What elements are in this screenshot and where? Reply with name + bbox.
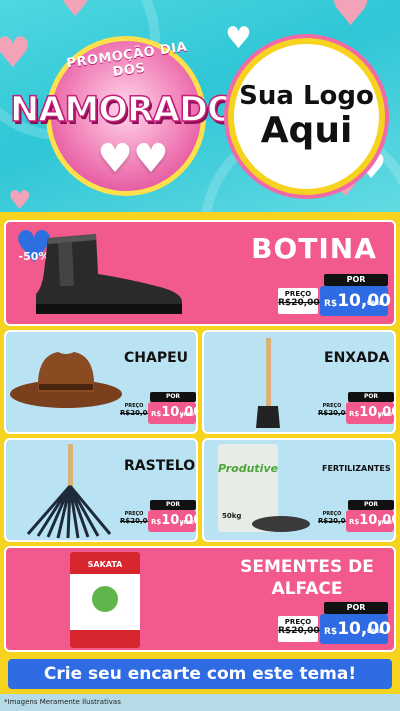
heart-icon: ♥ xyxy=(0,28,32,77)
product-title-line-2: ALFACE xyxy=(271,579,343,599)
unit-label: UNID xyxy=(366,300,384,307)
bag-brand: Produtive xyxy=(218,462,279,475)
price-tag: POR PREÇO R$20,00 R$10,00 UNID xyxy=(318,392,394,426)
old-price: PREÇO R$20,00 xyxy=(278,616,320,642)
hoe-icon xyxy=(256,338,280,428)
currency-label: R$ xyxy=(349,410,360,418)
old-price: PREÇO R$20,00 xyxy=(318,402,351,422)
currency-label: R$ xyxy=(324,299,338,309)
old-price: PREÇO R$20,00 xyxy=(120,510,153,530)
logo-line-2: Aqui xyxy=(260,110,353,151)
footnote: *Imagens Meramente Ilustrativas xyxy=(0,694,400,711)
por-label: POR xyxy=(348,392,394,402)
product-card-botina[interactable]: ♥ -50% BOTINA POR PREÇO R$20,00 R$10,00 U… xyxy=(4,220,396,326)
por-label: POR xyxy=(324,602,388,614)
lettuce-icon xyxy=(92,586,118,612)
old-price: PREÇO R$20,00 xyxy=(278,288,320,314)
old-price-value: R$20,00 xyxy=(120,517,153,525)
preco-label: PREÇO xyxy=(284,290,312,298)
old-price-value: R$20,00 xyxy=(318,409,351,417)
heart-icon: ♥ xyxy=(60,0,91,25)
preco-label: PREÇO xyxy=(284,618,312,626)
unit-label: UNID xyxy=(377,520,392,526)
product-title: BOTINA xyxy=(251,232,377,265)
cta-button[interactable]: Crie seu encarte com este tema! xyxy=(6,657,394,691)
price-tag: POR PREÇO R$20,00 R$10,00 UNID xyxy=(278,602,391,648)
heart-icon: ♥ xyxy=(330,0,372,36)
por-label: POR xyxy=(324,274,388,286)
product-card-fertilizantes[interactable]: Produtive 50kg FERTILIZANTES POR PREÇO R… xyxy=(202,438,396,542)
seed-pack-icon: SAKATA xyxy=(70,552,140,648)
price-tag: POR PREÇO R$20,00 R$10,00 UNID xyxy=(318,500,394,534)
price-box: R$10,00 UNID xyxy=(148,402,196,424)
product-title: SEMENTES DE ALFACE xyxy=(222,556,392,600)
price-box: R$10,00 UNID xyxy=(320,286,391,316)
por-label: POR xyxy=(150,392,196,402)
old-price-value: R$20,00 xyxy=(278,626,320,636)
bag-weight: 50kg xyxy=(222,512,242,520)
unit-label: UNID xyxy=(179,520,194,526)
old-price-value: R$20,00 xyxy=(278,298,320,308)
unit-label: UNID xyxy=(366,628,384,635)
promo-emblem: PROMOÇÃO DIA DOS NAMORADOS ♥♥ xyxy=(9,36,262,196)
heart-icon: ♥ xyxy=(225,21,252,56)
product-card-enxada[interactable]: ENXADA POR PREÇO R$20,00 R$10,00 UNID xyxy=(202,330,396,434)
product-title-line-1: SEMENTES DE xyxy=(240,557,374,577)
logo-line-1: Sua Logo xyxy=(239,81,374,112)
unit-label: UNID xyxy=(179,412,194,418)
price-box: R$10,00 UNID xyxy=(320,614,391,644)
product-title: ENXADA xyxy=(324,350,390,366)
currency-label: R$ xyxy=(151,518,162,526)
product-card-rastelo[interactable]: RASTELO POR PREÇO R$20,00 R$10,00 UNID xyxy=(4,438,198,542)
price-tag: POR PREÇO R$20,00 R$10,00 UNID xyxy=(120,500,196,534)
cowboy-hat-icon xyxy=(10,352,122,408)
soil-pile-icon xyxy=(252,516,310,532)
header-banner: ♥ ♥ ♥ ♥ ♥ ♥ ♥ PROMOÇÃO DIA DOS NAMORADOS… xyxy=(0,0,400,212)
price-tag: POR PREÇO R$20,00 R$10,00 UNID xyxy=(278,274,391,320)
product-title: CHAPEU xyxy=(124,350,189,366)
rake-icon xyxy=(26,444,112,539)
logo-placeholder[interactable]: Sua Logo Aqui xyxy=(228,38,385,195)
pack-brand: SAKATA xyxy=(87,560,123,569)
currency-label: R$ xyxy=(349,518,360,526)
old-price-value: R$20,00 xyxy=(120,409,153,417)
product-title: FERTILIZANTES xyxy=(322,464,391,473)
work-boot-icon xyxy=(36,234,182,314)
currency-label: R$ xyxy=(151,410,162,418)
price-box: R$10,00 UNID xyxy=(346,510,394,532)
price-box: R$10,00 UNID xyxy=(148,510,196,532)
old-price-value: R$20,00 xyxy=(318,517,351,525)
promo-title: NAMORADOS xyxy=(9,89,262,131)
unit-label: UNID xyxy=(377,412,392,418)
old-price: PREÇO R$20,00 xyxy=(120,402,153,422)
product-title: RASTELO xyxy=(124,458,196,474)
currency-label: R$ xyxy=(324,627,338,637)
por-label: POR xyxy=(348,500,394,510)
hearts-icon: ♥♥ xyxy=(97,136,169,182)
price-box: R$10,00 UNID xyxy=(346,402,394,424)
por-label: POR xyxy=(150,500,196,510)
product-card-chapeu[interactable]: CHAPEU POR PREÇO R$20,00 R$10,00 UNID xyxy=(4,330,198,434)
price-tag: POR PREÇO R$20,00 R$10,00 UNID xyxy=(120,392,196,426)
old-price: PREÇO R$20,00 xyxy=(318,510,351,530)
product-card-sementes[interactable]: SAKATA SEMENTES DE ALFACE POR PREÇO R$20… xyxy=(4,546,396,652)
